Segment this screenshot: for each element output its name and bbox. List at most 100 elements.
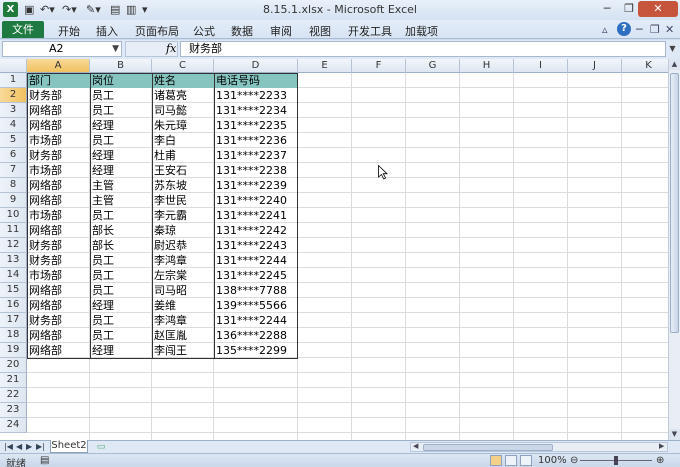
scroll-left-icon[interactable]: ◀ [413, 442, 418, 450]
table-cell[interactable]: 诸葛亮 [152, 88, 214, 103]
column-header-h[interactable]: H [460, 59, 514, 73]
row-header-11[interactable]: 11 [0, 223, 27, 238]
column-header-g[interactable]: G [406, 59, 460, 73]
horizontal-scrollbar[interactable]: ◀ ▶ [410, 442, 668, 452]
workbook-close-icon[interactable]: ✕ [665, 23, 674, 36]
table-cell[interactable]: 经理 [90, 118, 152, 133]
row-header-8[interactable]: 8 [0, 178, 27, 193]
row-header-24[interactable]: 24 [0, 418, 27, 433]
table-cell[interactable]: 员工 [90, 88, 152, 103]
table-cell[interactable]: 135****2299 [214, 343, 298, 358]
zoom-out-icon[interactable]: ⊖ [570, 455, 578, 466]
tab-insert[interactable]: 插入 [96, 23, 118, 39]
table-cell[interactable]: 131****2241 [214, 208, 298, 223]
table-cell[interactable]: 员工 [90, 268, 152, 283]
table-header-cell[interactable]: 岗位 [90, 73, 152, 88]
normal-view-button[interactable] [490, 455, 502, 466]
table-cell[interactable]: 网络部 [27, 298, 90, 313]
column-header-d[interactable]: D [214, 59, 298, 73]
help-icon[interactable]: ? [617, 22, 631, 36]
row-header-1[interactable]: 1 [0, 73, 27, 88]
table-cell[interactable]: 131****2245 [214, 268, 298, 283]
row-header-10[interactable]: 10 [0, 208, 27, 223]
row-header-6[interactable]: 6 [0, 148, 27, 163]
workbook-restore-icon[interactable]: ❐ [650, 23, 660, 36]
table-cell[interactable]: 市场部 [27, 208, 90, 223]
table-cell[interactable]: 员工 [90, 103, 152, 118]
table-cell[interactable]: 司马懿 [152, 103, 214, 118]
row-header-12[interactable]: 12 [0, 238, 27, 253]
table-cell[interactable]: 姜维 [152, 298, 214, 313]
table-cell[interactable]: 131****2237 [214, 148, 298, 163]
zoom-level[interactable]: 100% [538, 455, 567, 466]
table-cell[interactable]: 苏东坡 [152, 178, 214, 193]
table-cell[interactable]: 王安石 [152, 163, 214, 178]
table-cell[interactable]: 131****2235 [214, 118, 298, 133]
table-cell[interactable]: 131****2243 [214, 238, 298, 253]
row-header-4[interactable]: 4 [0, 118, 27, 133]
table-cell[interactable]: 131****2240 [214, 193, 298, 208]
tab-developer[interactable]: 开发工具 [348, 23, 392, 39]
table-cell[interactable]: 网络部 [27, 118, 90, 133]
zoom-in-icon[interactable]: ⊕ [656, 455, 664, 466]
close-button[interactable]: ✕ [638, 1, 678, 17]
zoom-slider-thumb[interactable] [614, 456, 618, 465]
table-cell[interactable]: 左宗棠 [152, 268, 214, 283]
row-header-3[interactable]: 3 [0, 103, 27, 118]
row-header-17[interactable]: 17 [0, 313, 27, 328]
format-painter-icon[interactable]: ✎▾ [86, 3, 101, 17]
excel-app-icon[interactable]: X [3, 2, 18, 17]
table-cell[interactable]: 市场部 [27, 163, 90, 178]
table-cell[interactable]: 136****2288 [214, 328, 298, 343]
table-cell[interactable]: 网络部 [27, 328, 90, 343]
expand-formula-bar-icon[interactable]: ▼ [667, 41, 678, 57]
formula-input[interactable]: 财务部 [180, 41, 666, 57]
table-cell[interactable]: 131****2244 [214, 253, 298, 268]
row-header-15[interactable]: 15 [0, 283, 27, 298]
insert-function-button[interactable]: fx [166, 42, 176, 56]
scroll-down-icon[interactable]: ▼ [669, 429, 680, 440]
tab-formulas[interactable]: 公式 [193, 23, 215, 39]
table-cell[interactable]: 朱元璋 [152, 118, 214, 133]
table-cell[interactable]: 员工 [90, 208, 152, 223]
table-cell[interactable]: 财务部 [27, 253, 90, 268]
table-cell[interactable]: 138****7788 [214, 283, 298, 298]
table-cell[interactable]: 李鸿章 [152, 313, 214, 328]
table-cell[interactable]: 主管 [90, 193, 152, 208]
print-preview-icon[interactable]: ▤ [110, 3, 120, 17]
last-sheet-icon[interactable]: ▶| [36, 442, 45, 451]
table-cell[interactable]: 员工 [90, 253, 152, 268]
table-cell[interactable]: 131****2236 [214, 133, 298, 148]
table-cell[interactable]: 131****2239 [214, 178, 298, 193]
table-cell[interactable]: 网络部 [27, 103, 90, 118]
table-cell[interactable]: 131****2244 [214, 313, 298, 328]
table-cell[interactable]: 网络部 [27, 193, 90, 208]
column-header-f[interactable]: F [352, 59, 406, 73]
column-header-k[interactable]: K [622, 59, 668, 73]
save-icon[interactable]: ▣ [24, 3, 34, 17]
page-break-view-button[interactable] [520, 455, 532, 466]
chevron-down-icon[interactable]: ▼ [112, 42, 119, 56]
table-cell[interactable]: 员工 [90, 328, 152, 343]
table-cell[interactable]: 财务部 [27, 313, 90, 328]
table-cell[interactable]: 赵匡胤 [152, 328, 214, 343]
table-cell[interactable]: 网络部 [27, 178, 90, 193]
table-cell[interactable]: 财务部 [27, 88, 90, 103]
table-cell[interactable]: 经理 [90, 148, 152, 163]
column-header-j[interactable]: J [568, 59, 622, 73]
table-cell[interactable]: 131****2242 [214, 223, 298, 238]
table-cell[interactable]: 李闯王 [152, 343, 214, 358]
tab-file[interactable]: 文件 [2, 21, 44, 38]
table-cell[interactable]: 网络部 [27, 343, 90, 358]
table-cell[interactable]: 经理 [90, 343, 152, 358]
table-header-cell[interactable]: 部门 [27, 73, 90, 88]
table-cell[interactable]: 网络部 [27, 283, 90, 298]
table-cell[interactable]: 部长 [90, 223, 152, 238]
table-cell[interactable]: 主管 [90, 178, 152, 193]
row-header-18[interactable]: 18 [0, 328, 27, 343]
row-header-7[interactable]: 7 [0, 163, 27, 178]
tab-addins[interactable]: 加载项 [405, 23, 438, 39]
row-header-16[interactable]: 16 [0, 298, 27, 313]
tab-review[interactable]: 审阅 [270, 23, 292, 39]
table-cell[interactable]: 员工 [90, 313, 152, 328]
